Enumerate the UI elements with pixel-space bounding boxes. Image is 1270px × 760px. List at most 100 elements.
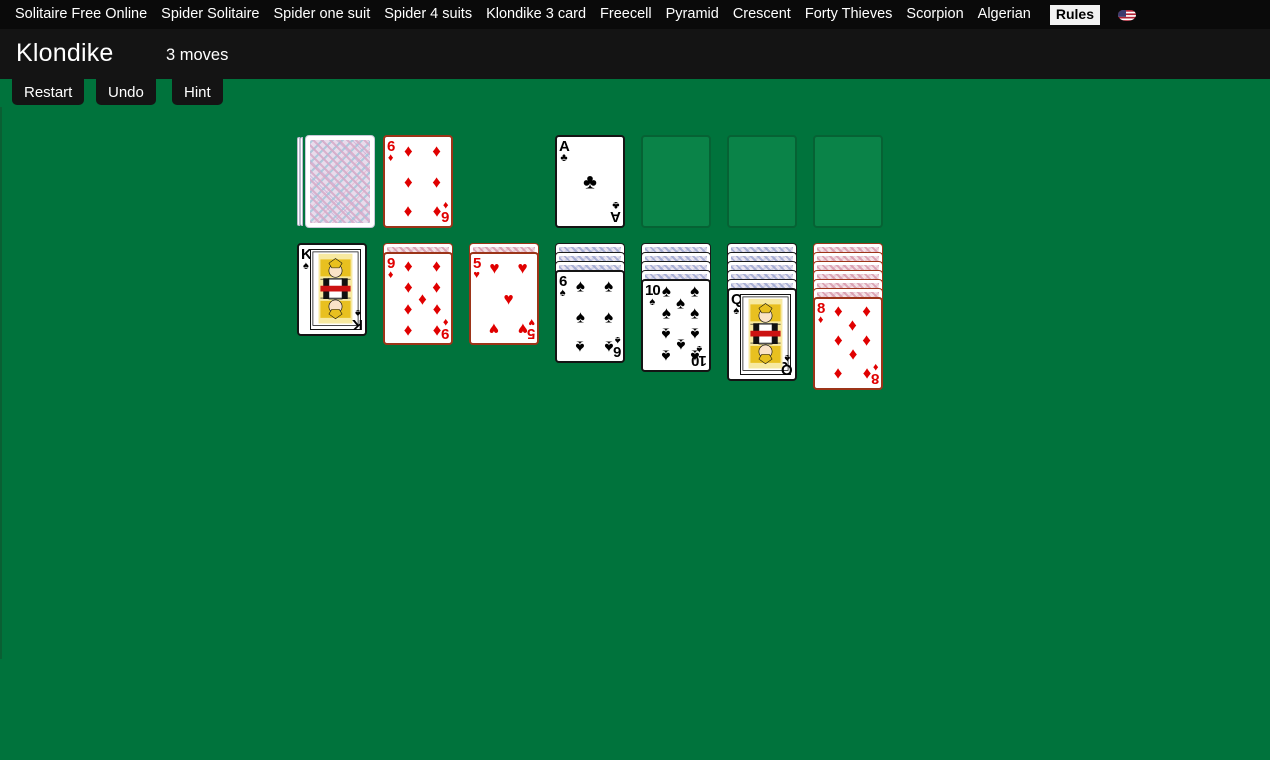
pip-layout: ♠ ♠ ♠ ♠ ♠ ♠ <box>571 276 618 357</box>
card-corner-top-left: 6 ♦ <box>387 138 395 164</box>
tableau-top-card[interactable]: 6 ♠ ♠ ♠ ♠ ♠ ♠ ♠ 6 ♠ <box>555 270 625 363</box>
card-pip: ♦ <box>404 202 413 222</box>
card-pip: ♠ <box>661 324 671 344</box>
card-pip: ♦ <box>432 321 441 341</box>
waste-top-card[interactable]: 6 ♦ ♦ ♦ ♦ ♦ ♦ ♦ 6 ♦ <box>383 135 453 228</box>
empty-foundation-slot[interactable] <box>641 135 711 228</box>
card-pip: ♥ <box>489 319 500 339</box>
tableau-top-card[interactable]: Q ♠ Q ♠ <box>727 288 797 381</box>
nav-link-algerian[interactable]: Algerian <box>971 0 1038 29</box>
pip-layout: ♦ ♦ ♦ ♦ ♦ ♦ ♦ ♦ <box>829 303 876 384</box>
page-title: Klondike <box>16 39 114 67</box>
card-pip: ♦ <box>404 172 413 191</box>
game-board: 6 ♦ ♦ ♦ ♦ ♦ ♦ ♦ 6 ♦ A ♣ ♣ A ♣ K ♠ K ♠ 9 … <box>0 107 1270 659</box>
card-pip: ♠ <box>690 281 700 301</box>
tableau-top-card[interactable]: 8 ♦ ♦ ♦ ♦ ♦ ♦ ♦ ♦ ♦ 8 ♦ <box>813 297 883 390</box>
ace-center-pip: ♣ <box>583 170 597 193</box>
card-pip: ♦ <box>404 300 413 320</box>
card-pip: ♦ <box>834 330 843 350</box>
card-pip: ♦ <box>834 301 843 321</box>
card-corner-bottom-right: K ♠ <box>353 307 363 333</box>
card-corner-bottom-right: A ♣ <box>611 199 621 225</box>
card-pip: ♠ <box>661 303 671 323</box>
empty-foundation-slot[interactable] <box>813 135 883 228</box>
nav-link-solitaire-free-online[interactable]: Solitaire Free Online <box>8 0 154 29</box>
hint-button[interactable]: Hint <box>172 79 223 105</box>
card-pip: ♠ <box>604 307 614 326</box>
pip-layout: ♥ ♥ ♥ ♥ ♥ <box>485 258 532 339</box>
us-flag-svg <box>1117 9 1136 21</box>
undo-button[interactable]: Undo <box>96 79 156 105</box>
card-pip: ♦ <box>862 301 871 321</box>
card-pip: ♦ <box>432 277 441 297</box>
tableau-top-card[interactable]: K ♠ K ♠ <box>297 243 367 336</box>
pip-layout: ♦ ♦ ♦ ♦ ♦ ♦ ♦ ♦ ♦ <box>399 256 446 341</box>
card-pip: ♦ <box>432 300 441 320</box>
tableau-top-card[interactable]: 10 ♠ ♠ ♠ ♠ ♠ ♠ ♠ ♠ ♠ ♠ ♠ 10 ♠ <box>641 279 711 372</box>
nav-link-crescent[interactable]: Crescent <box>726 0 798 29</box>
nav-link-spider-one-suit[interactable]: Spider one suit <box>267 0 378 29</box>
nav-link-scorpion[interactable]: Scorpion <box>899 0 970 29</box>
card-corner-bottom-right: 10 ♠ <box>692 343 707 369</box>
nav-link-pyramid[interactable]: Pyramid <box>659 0 726 29</box>
card-corner-bottom-right: 6 ♦ <box>441 199 449 225</box>
card-corner-bottom-right: 6 ♠ <box>613 334 621 360</box>
card-corner-bottom-right: Q ♠ <box>782 352 793 378</box>
card-corner-bottom-right: 9 ♦ <box>441 316 449 342</box>
card-pip: ♠ <box>604 337 614 357</box>
card-pip: ♦ <box>862 330 871 350</box>
card-corner-top-left: A ♣ <box>559 138 570 164</box>
pip-layout: ♦ ♦ ♦ ♦ ♦ ♦ <box>399 141 446 222</box>
tableau-top-card[interactable]: 5 ♥ ♥ ♥ ♥ ♥ ♥ 5 ♥ <box>469 252 539 345</box>
stock-card-edge <box>300 137 303 226</box>
empty-foundation-slot[interactable] <box>727 135 797 228</box>
card-pip: ♦ <box>404 277 413 297</box>
game-toolbar: Restart Undo Hint <box>0 79 1270 107</box>
card-pip: ♦ <box>418 289 427 308</box>
restart-button[interactable]: Restart <box>12 79 85 105</box>
card-pip: ♠ <box>575 337 585 357</box>
card-pip: ♦ <box>432 172 441 191</box>
card-pip: ♥ <box>517 319 528 339</box>
card-pip: ♦ <box>404 256 413 276</box>
moves-counter: 3 moves <box>166 46 229 64</box>
tableau-top-card[interactable]: 9 ♦ ♦ ♦ ♦ ♦ ♦ ♦ ♦ ♦ ♦ 9 ♦ <box>383 252 453 345</box>
card-corner-top-left: 8 ♦ <box>817 300 825 326</box>
card-corner-top-left: 6 ♠ <box>559 273 567 299</box>
card-pip: ♠ <box>675 293 686 313</box>
card-pip: ♦ <box>432 141 441 161</box>
card-corner-top-left: 5 ♥ <box>473 255 481 281</box>
stock-card-back[interactable] <box>305 135 375 228</box>
nav-link-spider-solitaire[interactable]: Spider Solitaire <box>154 0 266 29</box>
game-header-bar: Klondike 3 moves <box>0 29 1270 79</box>
card-corner-bottom-right: 8 ♦ <box>871 361 879 387</box>
nav-link-klondike-3-card[interactable]: Klondike 3 card <box>479 0 593 29</box>
card-corner-top-left: 9 ♦ <box>387 255 395 281</box>
card-pip: ♠ <box>690 303 700 323</box>
card-corner-bottom-right: 5 ♥ <box>527 316 535 342</box>
card-pip: ♥ <box>503 289 514 308</box>
us-flag-icon[interactable] <box>1117 9 1136 21</box>
card-pip: ♦ <box>432 202 441 222</box>
card-pip: ♦ <box>404 141 413 161</box>
card-pip: ♥ <box>517 258 528 278</box>
card-pip: ♠ <box>661 281 671 301</box>
nav-link-forty-thieves[interactable]: Forty Thieves <box>798 0 900 29</box>
card-pip: ♦ <box>848 345 857 365</box>
foundation-top-card[interactable]: A ♣ ♣ A ♣ <box>555 135 625 228</box>
nav-link-freecell[interactable]: Freecell <box>593 0 659 29</box>
rules-button[interactable]: Rules <box>1049 4 1100 25</box>
card-pip: ♦ <box>834 364 843 384</box>
card-pip: ♦ <box>404 321 413 341</box>
card-pip: ♥ <box>489 258 500 278</box>
card-back-pattern <box>310 140 370 223</box>
nav-link-spider-4-suits[interactable]: Spider 4 suits <box>377 0 479 29</box>
card-pip: ♠ <box>690 324 700 344</box>
card-pip: ♠ <box>675 335 686 355</box>
top-navigation-bar: Solitaire Free Online Spider Solitaire S… <box>0 0 1270 29</box>
card-pip: ♦ <box>862 364 871 384</box>
card-pip: ♠ <box>661 346 671 366</box>
card-pip: ♠ <box>575 276 585 296</box>
card-pip: ♦ <box>848 315 857 335</box>
card-pip: ♠ <box>575 307 585 326</box>
